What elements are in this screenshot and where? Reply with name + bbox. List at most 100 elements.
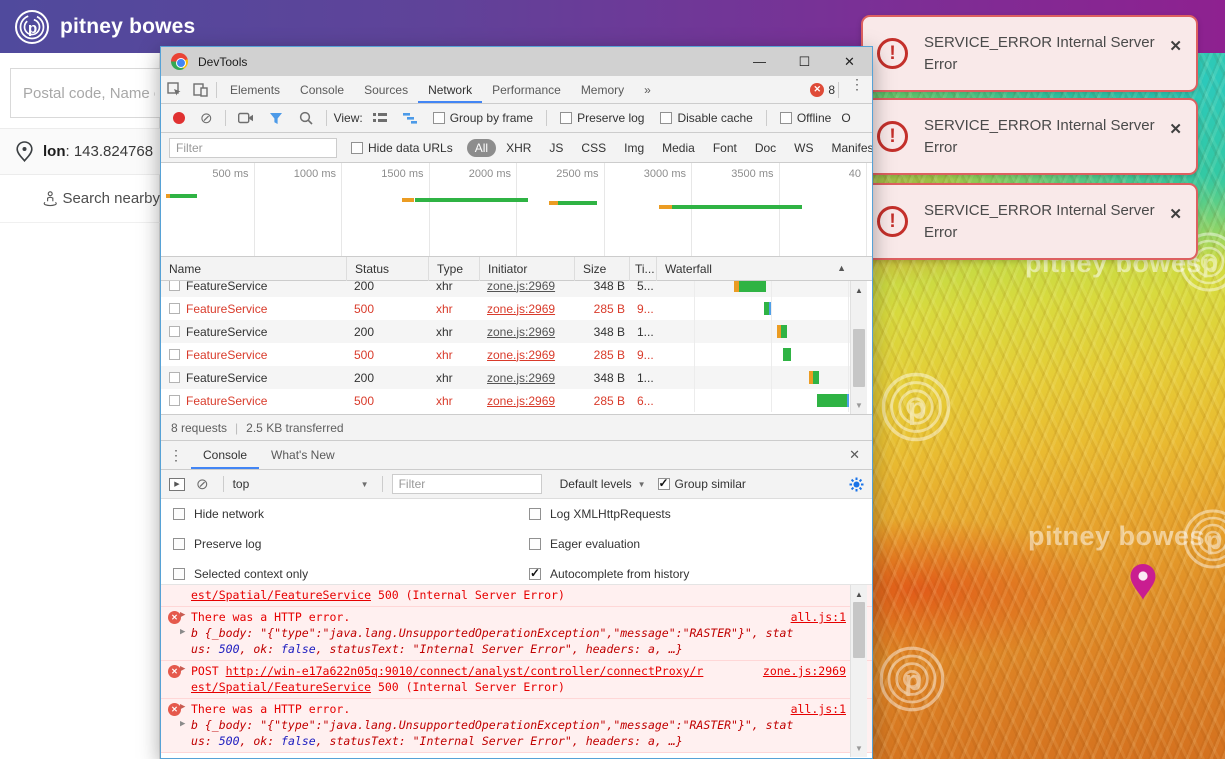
scroll-down-icon[interactable]: ▼: [851, 398, 867, 412]
network-filter-input[interactable]: [169, 138, 337, 158]
filter-funnel-icon[interactable]: [263, 112, 289, 125]
log-levels-dropdown[interactable]: Default levels▼: [560, 477, 646, 491]
column-header-size[interactable]: Size: [574, 257, 629, 281]
console-source-link[interactable]: all.js:1: [791, 609, 846, 625]
column-header-status[interactable]: Status: [346, 257, 428, 281]
initiator-link[interactable]: zone.js:2969: [487, 281, 555, 293]
setting-hide-network[interactable]: Hide network: [173, 507, 264, 521]
type-filter-doc[interactable]: Doc: [747, 139, 784, 157]
type-filter-xhr[interactable]: XHR: [498, 139, 539, 157]
screenshot-camera-icon[interactable]: [233, 112, 259, 124]
sort-arrow-icon[interactable]: ▲: [837, 263, 846, 273]
disable-cache-checkbox[interactable]: Disable cache: [660, 111, 752, 125]
devtools-menu-icon[interactable]: ⋮: [842, 76, 872, 103]
inspect-element-icon[interactable]: [161, 76, 187, 103]
console-source-link[interactable]: zone.js:2969: [763, 663, 846, 679]
type-filter-all[interactable]: All: [467, 139, 496, 157]
expand-triangle-icon[interactable]: ▶: [180, 664, 185, 674]
minimize-button[interactable]: —: [737, 47, 782, 76]
expand-triangle-icon[interactable]: ▶: [180, 702, 185, 712]
console-error-message[interactable]: ✕ ▶ POST http://win-e17a622n05q:9010/con…: [161, 661, 872, 699]
group-similar-checkbox[interactable]: Group similar: [658, 477, 746, 491]
tab-network[interactable]: Network: [418, 76, 482, 103]
view-waterfall-icon[interactable]: [397, 112, 423, 124]
expand-triangle-icon[interactable]: ▶: [180, 719, 185, 729]
maximize-button[interactable]: ☐: [782, 47, 827, 76]
initiator-link[interactable]: zone.js:2969: [487, 371, 555, 385]
console-link[interactable]: http://win-e17a622n05q:9010/connect/anal…: [226, 664, 704, 678]
console-filter-input[interactable]: [392, 474, 542, 494]
row-checkbox[interactable]: [169, 395, 180, 406]
toast-close-icon[interactable]: ✕: [1169, 205, 1182, 223]
row-checkbox[interactable]: [169, 349, 180, 360]
more-tabs-chevron[interactable]: »: [634, 76, 661, 103]
tab-memory[interactable]: Memory: [571, 76, 634, 103]
scroll-down-icon[interactable]: ▼: [851, 741, 867, 755]
setting-eager-evaluation[interactable]: Eager evaluation: [529, 537, 640, 551]
type-filter-media[interactable]: Media: [654, 139, 703, 157]
type-filter-font[interactable]: Font: [705, 139, 745, 157]
search-nearby-button[interactable]: Search nearby: [0, 175, 160, 223]
group-by-frame-checkbox[interactable]: Group by frame: [433, 111, 533, 125]
tab-console[interactable]: Console: [290, 76, 354, 103]
tab-elements[interactable]: Elements: [220, 76, 290, 103]
row-checkbox[interactable]: [169, 281, 180, 291]
search-input[interactable]: [10, 68, 168, 118]
drawer-close-icon[interactable]: ✕: [837, 441, 872, 469]
toast-close-icon[interactable]: ✕: [1169, 37, 1182, 55]
close-button[interactable]: ✕: [827, 47, 872, 76]
row-checkbox[interactable]: [169, 326, 180, 337]
table-row[interactable]: FeatureService 500 xhr zone.js:2969 285 …: [161, 389, 850, 412]
table-row[interactable]: FeatureService 200 xhr zone.js:2969 348 …: [161, 320, 850, 343]
type-filter-manifest[interactable]: Manifest: [824, 139, 872, 157]
column-header-type[interactable]: Type: [428, 257, 479, 281]
drawer-menu-icon[interactable]: ⋮: [161, 447, 191, 464]
setting-preserve-log[interactable]: Preserve log: [173, 537, 261, 551]
network-table-scrollbar[interactable]: ▲ ▼: [850, 281, 867, 414]
record-button[interactable]: [173, 112, 185, 124]
table-row[interactable]: FeatureService 500 xhr zone.js:2969 285 …: [161, 297, 850, 320]
scroll-up-icon[interactable]: ▲: [851, 283, 867, 297]
clear-console-icon[interactable]: ⊘: [196, 475, 209, 493]
tab-sources[interactable]: Sources: [354, 76, 418, 103]
console-error-message[interactable]: ✕ ▶ There was a HTTP error. all.js:1 ▶ b…: [161, 699, 872, 753]
scrollbar-thumb[interactable]: [853, 329, 865, 387]
tab-performance[interactable]: Performance: [482, 76, 571, 103]
toast-close-icon[interactable]: ✕: [1169, 120, 1182, 138]
offline-checkbox[interactable]: Offline: [780, 111, 831, 125]
console-error-message[interactable]: ✕ ▶ There was a HTTP error. all.js:1 ▶ b…: [161, 607, 872, 661]
tab-console[interactable]: Console: [191, 441, 259, 469]
console-link[interactable]: est/Spatial/FeatureService: [191, 588, 371, 602]
tab-whats-new[interactable]: What's New: [259, 441, 347, 469]
type-filter-css[interactable]: CSS: [573, 139, 614, 157]
table-row[interactable]: FeatureService 200 xhr zone.js:2969 348 …: [161, 281, 850, 297]
console-link[interactable]: est/Spatial/FeatureService: [191, 680, 371, 694]
clear-icon[interactable]: ⊘: [200, 109, 213, 127]
longitude-row[interactable]: lon: 143.824768: [0, 128, 160, 175]
scrollbar-thumb[interactable]: [853, 602, 865, 658]
console-scrollbar[interactable]: ▲ ▼: [850, 585, 867, 757]
console-sidebar-toggle-icon[interactable]: ▶: [169, 478, 185, 491]
expand-triangle-icon[interactable]: ▶: [180, 627, 185, 637]
setting-selected-context-only[interactable]: Selected context only: [173, 567, 308, 581]
console-source-link[interactable]: all.js:1: [791, 701, 846, 717]
column-header-name[interactable]: Name: [161, 257, 346, 281]
search-icon[interactable]: [293, 111, 319, 125]
setting-log-xmlhttprequests[interactable]: Log XMLHttpRequests: [529, 507, 671, 521]
table-row[interactable]: FeatureService 200 xhr zone.js:2969 348 …: [161, 366, 850, 389]
hide-data-urls-checkbox[interactable]: Hide data URLs: [351, 141, 453, 155]
row-checkbox[interactable]: [169, 372, 180, 383]
column-header-time[interactable]: Ti...: [629, 257, 656, 281]
preserve-log-checkbox[interactable]: Preserve log: [560, 111, 644, 125]
device-toolbar-icon[interactable]: [187, 76, 213, 103]
type-filter-ws[interactable]: WS: [786, 139, 821, 157]
context-selector[interactable]: top▼: [233, 477, 373, 491]
initiator-link[interactable]: zone.js:2969: [487, 394, 555, 408]
map-pin-icon[interactable]: [1129, 563, 1157, 601]
type-filter-img[interactable]: Img: [616, 139, 652, 157]
scroll-up-icon[interactable]: ▲: [851, 587, 867, 601]
console-settings-gear-icon[interactable]: [849, 477, 864, 492]
devtools-titlebar[interactable]: DevTools — ☐ ✕: [161, 47, 872, 76]
column-header-initiator[interactable]: Initiator: [479, 257, 574, 281]
row-checkbox[interactable]: [169, 303, 180, 314]
